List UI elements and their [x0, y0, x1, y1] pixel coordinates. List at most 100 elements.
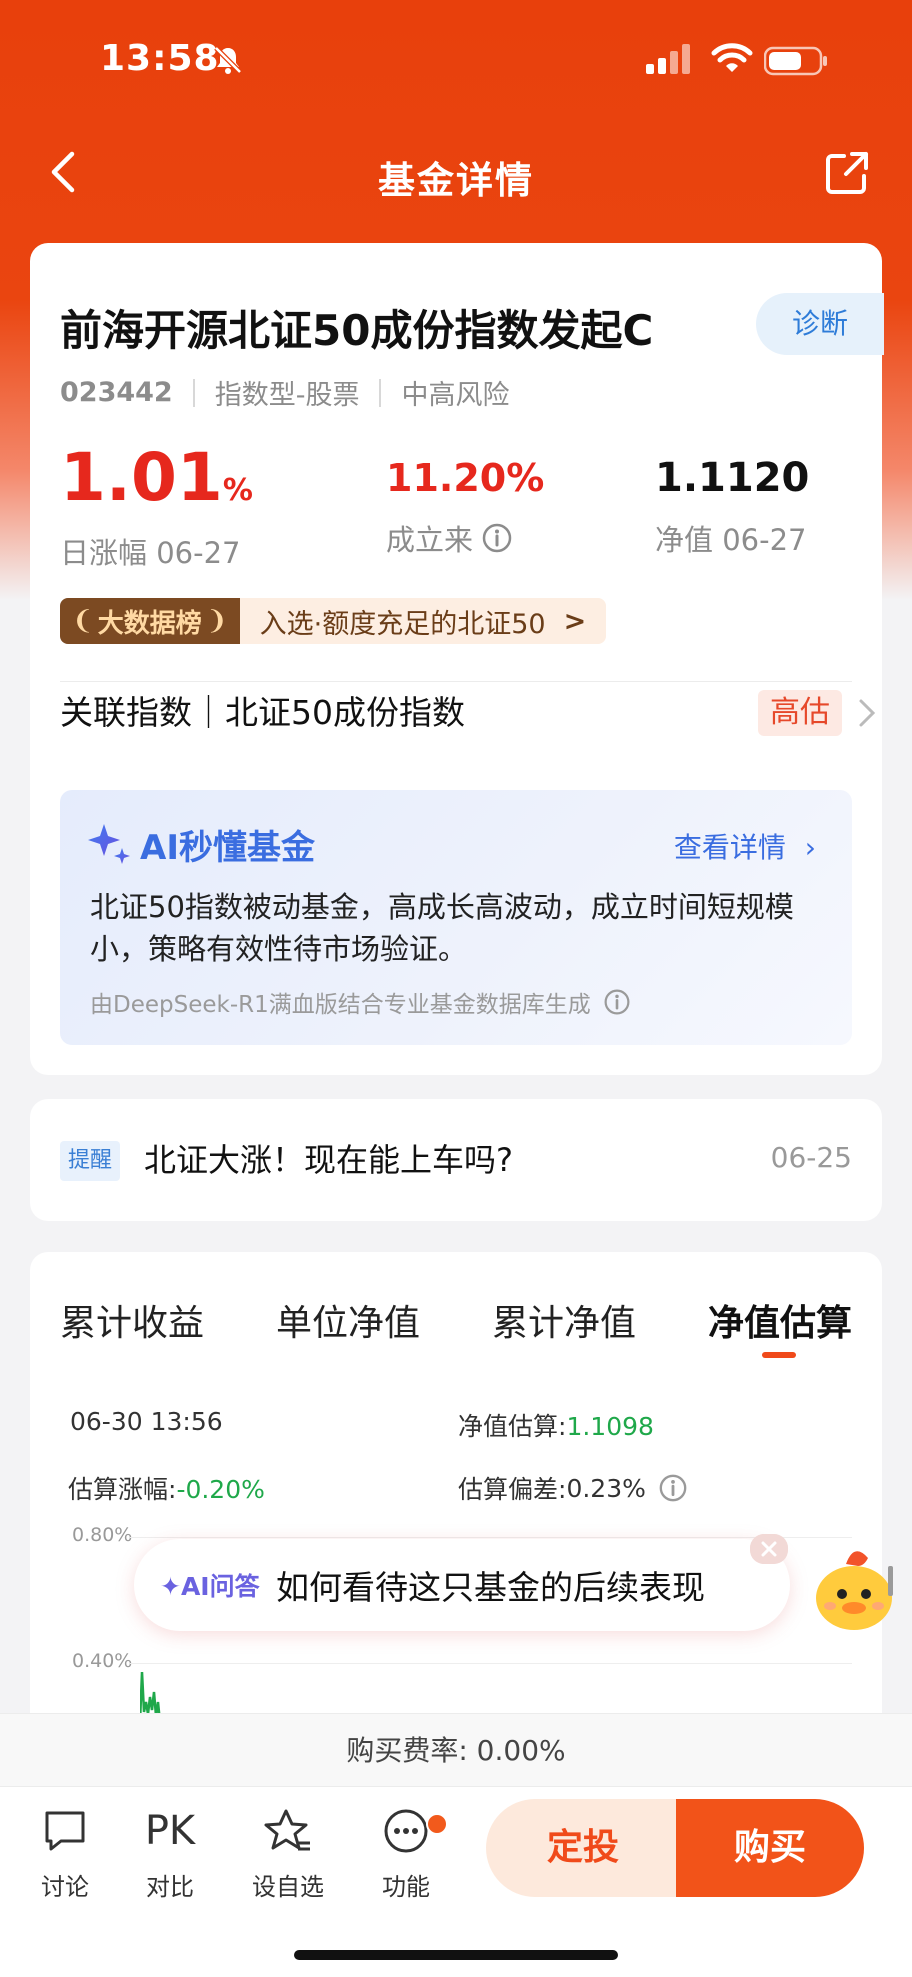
estimate-timestamp: 06-30 13:56	[70, 1407, 223, 1436]
ranking-text: 入选·额度充足的北证50 >	[239, 598, 607, 644]
wifi-icon	[711, 43, 753, 72]
view-details-label: 查看详情	[673, 831, 786, 864]
estimate-change-value: -0.20%	[176, 1475, 265, 1504]
related-index-row[interactable]: 关联指数｜北证50成份指数 高估	[60, 688, 882, 738]
sip-button[interactable]: 定投	[486, 1799, 680, 1897]
reminder-text: 北证大涨！现在能上车吗?	[144, 1141, 513, 1179]
discuss-button[interactable]: 讨论	[25, 1807, 105, 1902]
fund-code: 023442	[60, 377, 173, 408]
ai-sparkle-icon	[88, 824, 130, 864]
info-icon[interactable]	[603, 988, 631, 1016]
purchase-fee-bar: 购买费率: 0.00%	[0, 1713, 912, 1786]
fund-meta: 023442 指数型-股票 中高风险	[60, 373, 509, 412]
status-bar: 13:58	[0, 38, 912, 88]
ranking-badge: ❨ 大数据榜 ❩	[60, 598, 240, 644]
gridline	[130, 1537, 852, 1538]
ai-source-note-text: 由DeepSeek-R1满血版结合专业基金数据库生成	[90, 992, 591, 1018]
estimate-line	[140, 1671, 162, 1722]
ai-source-note: 由DeepSeek-R1满血版结合专业基金数据库生成	[90, 985, 631, 1019]
valuation-badge: 高估	[758, 690, 842, 736]
info-icon[interactable]	[481, 522, 513, 554]
ai-summary-title: AI秒懂基金	[140, 828, 315, 868]
functions-label: 功能	[382, 1873, 430, 1901]
since-inception-label: 成立来	[386, 523, 474, 557]
chick-mascot-icon[interactable]	[808, 1536, 904, 1636]
star-icon	[264, 1809, 310, 1851]
tab-cumulative-return[interactable]: 累计收益	[60, 1294, 204, 1346]
fund-risk: 中高风险	[401, 380, 510, 411]
compare-label: 对比	[146, 1873, 194, 1901]
ai-question-tag: ✦AI问答	[160, 1572, 260, 1601]
estimate-deviation-label: 估算偏差:	[458, 1475, 567, 1504]
reminder-card[interactable]: 提醒 北证大涨！现在能上车吗? 06-25	[30, 1099, 882, 1221]
y-tick-label: 0.40%	[72, 1650, 133, 1672]
laurel-right-icon: ❩	[205, 606, 228, 636]
meta-divider	[379, 378, 382, 407]
reminder-tag: 提醒	[60, 1141, 121, 1181]
mute-bell-icon	[214, 46, 242, 74]
discuss-label: 讨论	[41, 1873, 89, 1901]
status-time: 13:58	[100, 38, 220, 79]
diagnose-button[interactable]: 诊断	[756, 293, 884, 355]
fund-type: 指数型-股票	[214, 380, 360, 411]
estimate-nav: 净值估算:1.1098	[458, 1407, 654, 1443]
estimate-change: 估算涨幅:-0.20%	[68, 1470, 265, 1506]
ai-question-text: 如何看待这只基金的后续表现	[276, 1568, 705, 1607]
meta-divider	[192, 378, 195, 407]
share-icon[interactable]	[824, 150, 870, 196]
battery-icon	[764, 46, 827, 76]
chevron-right-icon	[859, 699, 876, 727]
estimate-nav-value: 1.1098	[566, 1412, 654, 1441]
estimate-deviation-value: 0.23%	[566, 1473, 646, 1503]
nav-chart-card: 累计收益 单位净值 累计净值 净值估算 06-30 13:56 净值估算:1.1…	[30, 1252, 882, 1772]
ai-question-banner[interactable]: ✦AI问答 如何看待这只基金的后续表现	[134, 1539, 790, 1631]
cellular-signal-icon	[646, 44, 690, 74]
daily-change-label: 日涨幅 06-27	[60, 536, 241, 570]
since-inception-value: 11.20%	[386, 456, 545, 500]
daily-change-unit: %	[222, 473, 253, 508]
nav-label: 净值 06-27	[655, 523, 807, 557]
bottom-action-bar: 讨论 PK 对比 设自选 功能 定投 购买	[0, 1786, 912, 1977]
ai-question-tag-label: AI问答	[180, 1572, 260, 1601]
daily-change-stat: 1.01% 日涨幅 06-27	[60, 443, 253, 572]
home-indicator[interactable]	[294, 1950, 618, 1960]
nav-stat: 1.1120 净值 06-27	[655, 443, 809, 559]
chat-bubble-icon	[45, 1811, 85, 1851]
ranking-banner[interactable]: ❨ 大数据榜 ❩ 入选·额度充足的北证50 >	[60, 598, 607, 644]
compare-button[interactable]: PK 对比	[130, 1807, 210, 1902]
y-tick-label: 0.80%	[72, 1524, 133, 1546]
divider	[60, 681, 852, 682]
tab-unit-nav[interactable]: 单位净值	[276, 1294, 420, 1346]
ranking-badge-label: 大数据榜	[97, 608, 202, 639]
chart-tabs: 累计收益 单位净值 累计净值 净值估算	[60, 1294, 852, 1346]
reminder-date: 06-25	[770, 1141, 852, 1174]
fund-name: 前海开源北证50成份指数发起C	[60, 306, 654, 355]
nav-value: 1.1120	[655, 455, 810, 501]
tab-nav-estimate[interactable]: 净值估算	[708, 1294, 852, 1346]
chevron-right-icon: >	[563, 605, 587, 637]
since-inception-stat: 11.20% 成立来	[386, 443, 544, 559]
more-dots-icon	[384, 1809, 428, 1853]
page-title: 基金详情	[378, 159, 534, 202]
pk-icon: PK	[144, 1808, 196, 1854]
close-icon[interactable]	[750, 1534, 788, 1564]
estimate-nav-label: 净值估算:	[458, 1412, 567, 1441]
tab-cumulative-nav[interactable]: 累计净值	[492, 1294, 636, 1346]
ai-summary-panel: AI秒懂基金 查看详情 › 北证50指数被动基金，高成长高波动，成立时间短规模小…	[60, 790, 852, 1045]
add-watchlist-label: 设自选	[252, 1873, 324, 1901]
buy-button[interactable]: 购买	[676, 1799, 864, 1897]
chevron-right-icon: ›	[804, 831, 816, 864]
laurel-left-icon: ❨	[72, 606, 94, 636]
ai-summary-text: 北证50指数被动基金，高成长高波动，成立时间短规模小，策略有效性待市场验证。	[90, 890, 794, 966]
info-icon[interactable]	[658, 1473, 688, 1503]
add-watchlist-button[interactable]: 设自选	[248, 1807, 328, 1902]
functions-button[interactable]: 功能	[366, 1807, 448, 1902]
view-details-link[interactable]: 查看详情 ›	[674, 826, 816, 866]
notification-dot	[426, 1813, 448, 1835]
estimate-change-label: 估算涨幅:	[68, 1475, 177, 1504]
navigation-bar: 基金详情	[0, 140, 912, 206]
related-index-label: 关联指数｜北证50成份指数	[60, 693, 465, 732]
estimate-deviation: 估算偏差: 0.23%	[458, 1470, 688, 1506]
ranking-text-label: 入选·额度充足的北证50	[259, 608, 546, 640]
daily-change-value: 1.01	[60, 439, 223, 516]
